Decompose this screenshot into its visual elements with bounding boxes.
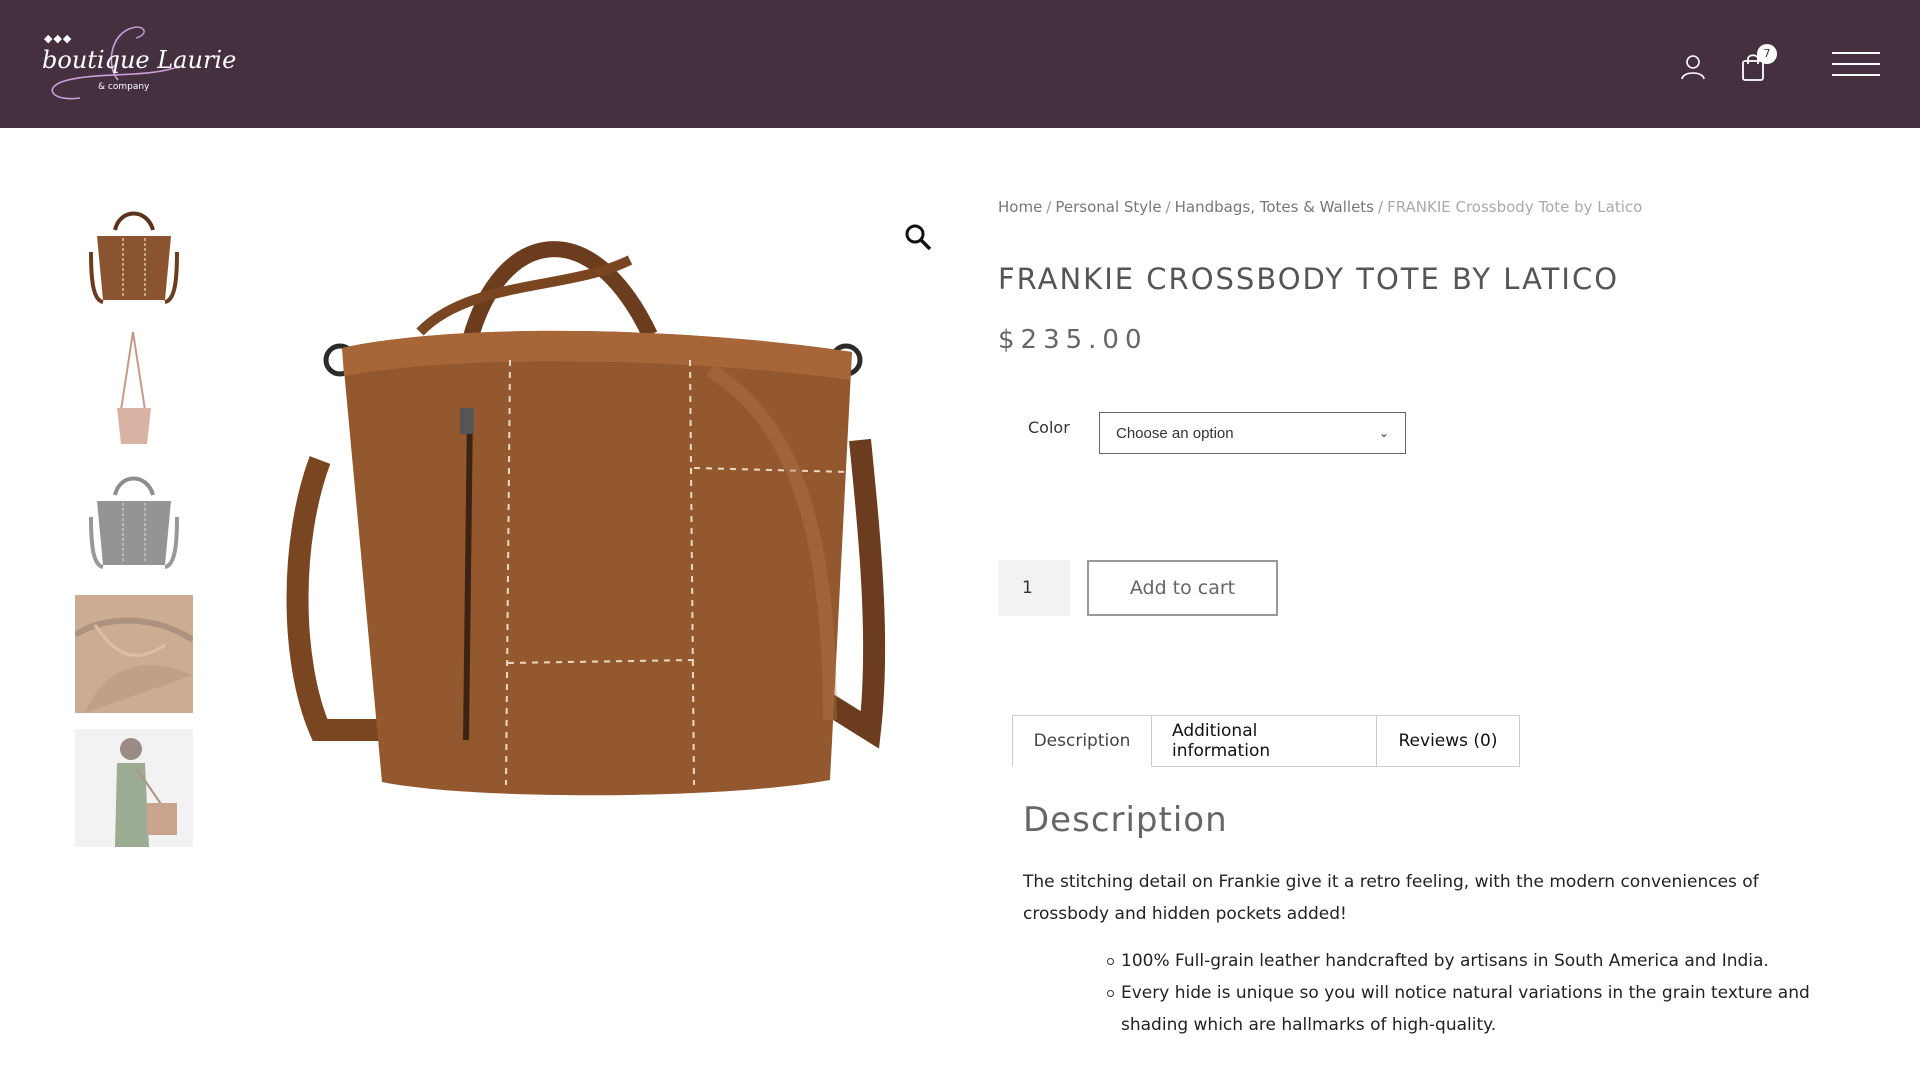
- description-heading: Description: [1023, 800, 1228, 840]
- brown-tote-thumbnail-image: [89, 211, 179, 304]
- color-select[interactable]: Choose an option ⌄: [1099, 412, 1406, 454]
- product-price: $235.00: [998, 325, 1148, 355]
- magnifier-icon[interactable]: [904, 223, 932, 251]
- cart-count-badge: 7: [1757, 44, 1777, 64]
- breadcrumb: Home / Personal Style / Handbags, Totes & Wa…: [998, 198, 1642, 216]
- site-header: ◆◆◆ boutique Laurie & company 7: [0, 0, 1920, 128]
- tab-additional-information[interactable]: Additional information: [1152, 715, 1377, 767]
- product-tabs: Description Additional information Revie…: [1012, 715, 1520, 767]
- gallery-thumbnail-1[interactable]: [75, 200, 193, 318]
- breadcrumb-personal-style[interactable]: Personal Style: [1055, 198, 1161, 216]
- color-label: Color: [1028, 418, 1070, 437]
- main-product-image[interactable]: [270, 220, 910, 820]
- add-to-cart-button[interactable]: Add to cart: [1087, 560, 1278, 616]
- logo-subtitle: & company: [98, 82, 150, 92]
- tab-reviews[interactable]: Reviews (0): [1377, 715, 1520, 767]
- grey-tote-thumbnail-image: [89, 476, 179, 569]
- tab-description[interactable]: Description: [1012, 715, 1152, 767]
- description-paragraph: The stitching detail on Frankie give it …: [1023, 872, 1759, 924]
- breadcrumb-home[interactable]: Home: [998, 198, 1042, 216]
- logo-wordmark: boutique Laurie: [42, 46, 237, 74]
- gallery-thumbnail-4[interactable]: [75, 595, 193, 713]
- color-select-value: Choose an option: [1116, 424, 1234, 442]
- breadcrumb-separator: /: [1046, 198, 1052, 216]
- description-bullet-list: 100% Full-grain leather handcrafted by a…: [1107, 945, 1821, 1041]
- quantity-input[interactable]: 1: [998, 560, 1070, 616]
- model-wearing-bag-thumbnail-image: [75, 729, 193, 847]
- gallery-thumbnail-5[interactable]: [75, 729, 193, 847]
- breadcrumb-separator: /: [1165, 198, 1171, 216]
- breadcrumb-separator: /: [1378, 198, 1384, 216]
- breadcrumb-current: FRANKIE Crossbody Tote by Latico: [1387, 198, 1643, 216]
- gallery-thumbnail-2[interactable]: [75, 330, 193, 448]
- leather-tote-bag-image: [286, 241, 886, 796]
- site-logo[interactable]: ◆◆◆ boutique Laurie & company: [40, 16, 236, 106]
- crossbody-strap-thumbnail-image: [117, 331, 151, 444]
- hamburger-menu-icon[interactable]: [1832, 52, 1880, 78]
- product-title: FRANKIE CROSSBODY TOTE BY LATICO: [998, 262, 1620, 296]
- gallery-thumbnail-3[interactable]: [75, 465, 193, 583]
- chevron-down-icon: ⌄: [1378, 426, 1389, 440]
- list-item: 100% Full-grain leather handcrafted by a…: [1107, 945, 1821, 977]
- breadcrumb-category[interactable]: Handbags, Totes & Wallets: [1175, 198, 1374, 216]
- logo-diamonds-icon: ◆◆◆: [44, 32, 73, 45]
- list-item: Every hide is unique so you will notice …: [1107, 977, 1821, 1041]
- interior-pocket-thumbnail-image: [75, 595, 193, 713]
- user-icon[interactable]: [1680, 54, 1706, 80]
